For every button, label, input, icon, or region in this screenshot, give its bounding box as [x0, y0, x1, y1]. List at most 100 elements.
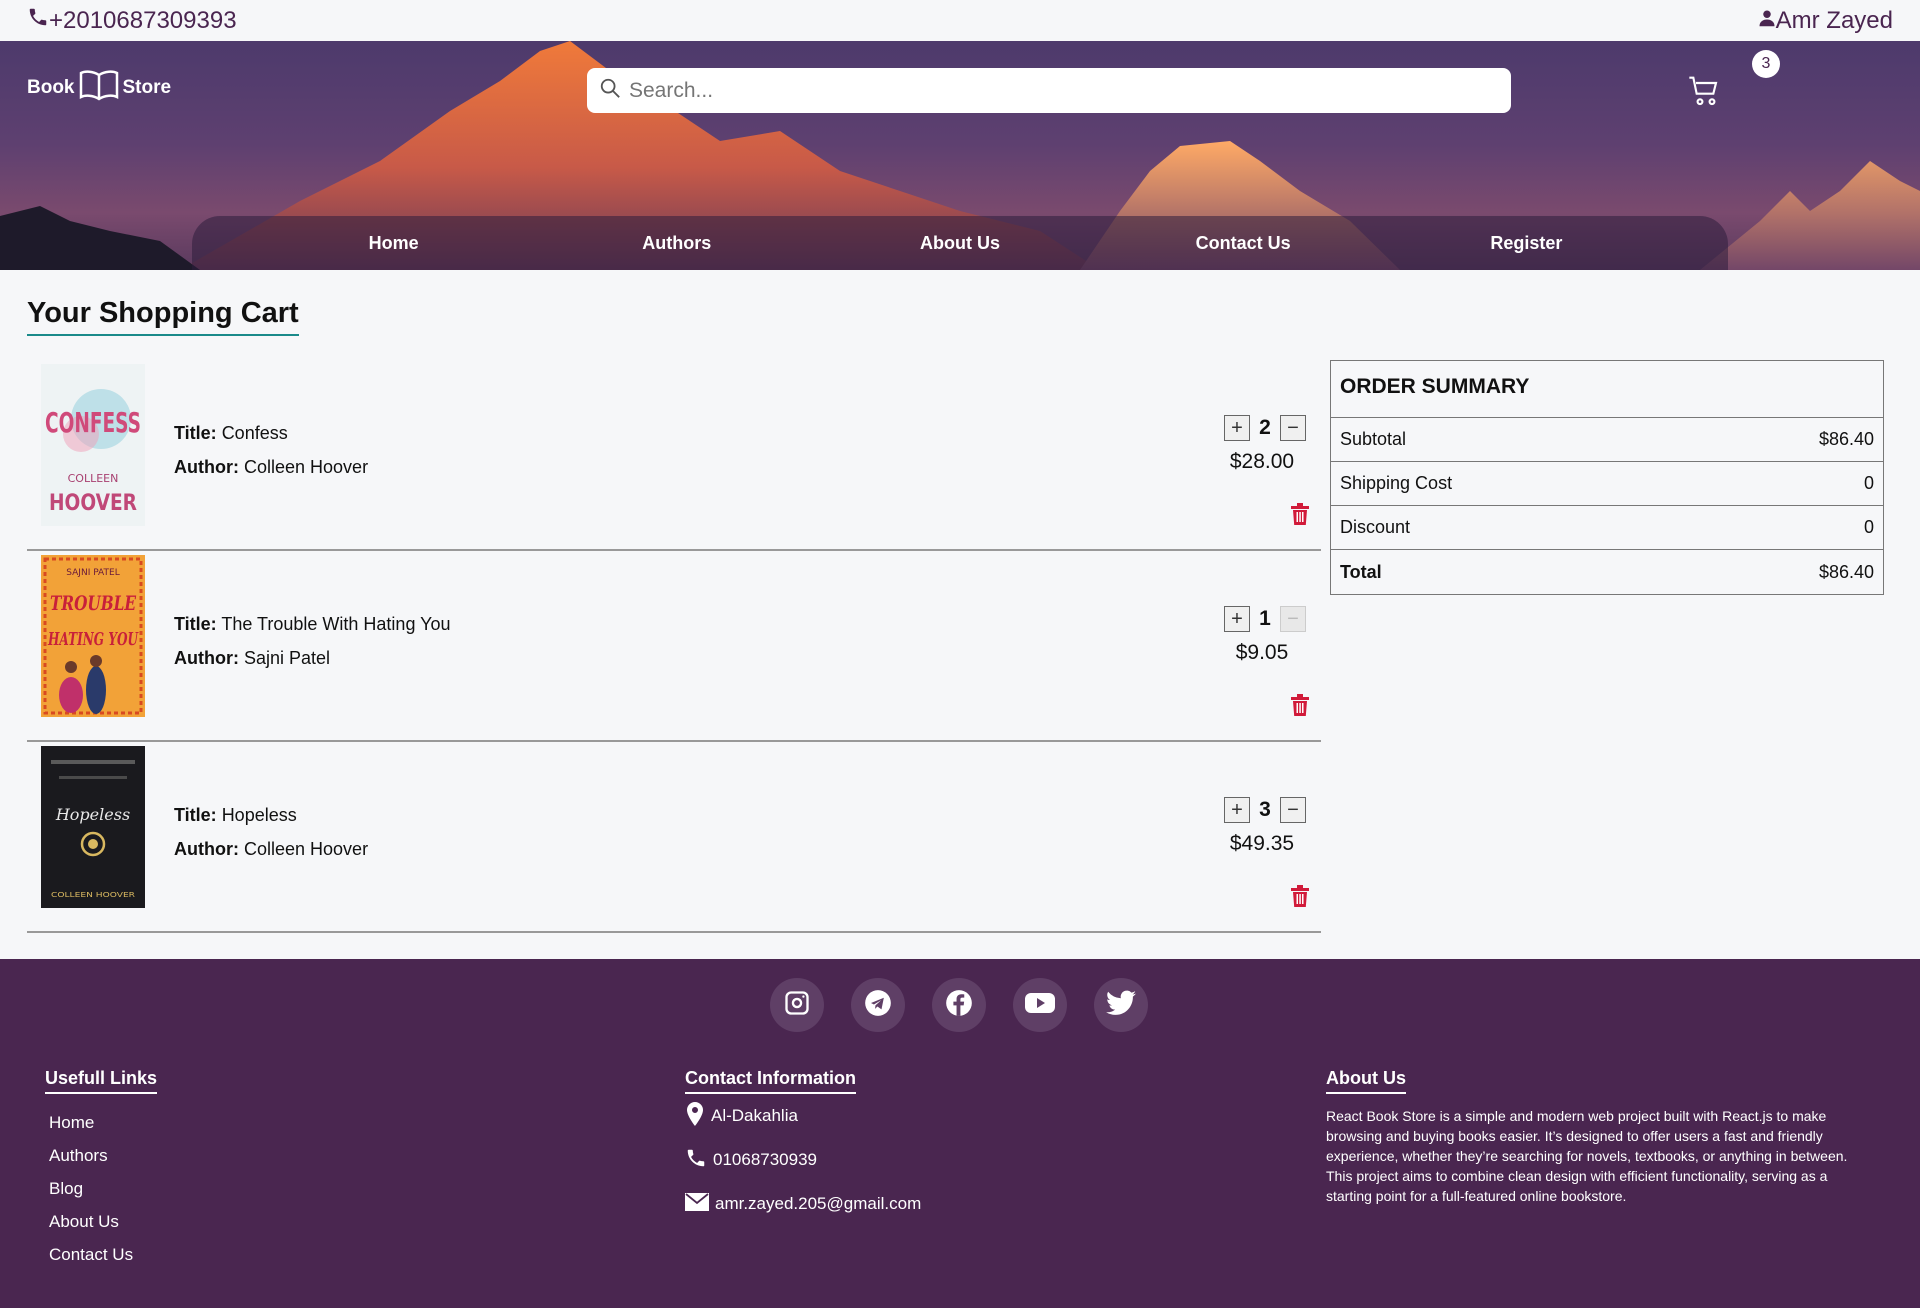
svg-text:TROUBLE: TROUBLE	[50, 591, 137, 615]
minus-icon: −	[1287, 608, 1299, 630]
search-input[interactable]	[629, 78, 1489, 103]
telegram-link[interactable]	[851, 978, 905, 1032]
plus-icon: +	[1231, 608, 1243, 630]
summary-label: Discount	[1340, 517, 1411, 537]
nav-authors[interactable]: Authors	[577, 233, 777, 254]
order-summary: ORDER SUMMARY Subtotal $86.40 Shipping C…	[1330, 360, 1884, 595]
svg-text:COLLEEN: COLLEEN	[68, 472, 119, 485]
phone-icon	[27, 6, 49, 35]
summary-value: 0	[1863, 517, 1874, 537]
title-label: Title:	[174, 423, 217, 443]
item-price: $28.00	[1229, 450, 1295, 473]
decrease-quantity-button[interactable]: −	[1280, 606, 1306, 632]
item-quantity: 1	[1259, 607, 1271, 630]
item-title: Confess	[221, 423, 288, 443]
summary-label: Total	[1340, 561, 1382, 582]
about-us-text: React Book Store is a simple and modern …	[1326, 1108, 1848, 1204]
summary-value: 0	[1863, 473, 1874, 493]
nav-register[interactable]: Register	[1426, 233, 1626, 254]
book-cover-image: CONFESS COLLEEN HOOVER	[41, 364, 145, 526]
nav-about-us[interactable]: About Us	[860, 233, 1060, 254]
instagram-link[interactable]	[770, 978, 824, 1032]
main-nav: Home Authors About Us Contact Us Registe…	[192, 216, 1728, 270]
quantity-stepper: + 3 −	[1224, 797, 1306, 823]
item-price: $9.05	[1235, 641, 1289, 664]
trash-icon	[1291, 694, 1309, 720]
remove-item-button[interactable]	[1291, 503, 1309, 530]
increase-quantity-button[interactable]: +	[1224, 797, 1250, 823]
header-banner: Book Store 3 Home Authors About Us Conta…	[0, 41, 1920, 270]
summary-shipping-row: Shipping Cost 0	[1331, 462, 1883, 506]
svg-text:CONFESS: CONFESS	[45, 406, 141, 439]
author-label: Author:	[174, 457, 239, 477]
remove-item-button[interactable]	[1291, 885, 1309, 912]
cart-button[interactable]	[1688, 75, 1720, 112]
item-quantity: 3	[1259, 798, 1271, 821]
about-us-heading: About Us	[1326, 1068, 1406, 1094]
author-label: Author:	[174, 648, 239, 668]
item-author: Sajni Patel	[244, 648, 331, 668]
svg-text:COLLEEN HOOVER: COLLEEN HOOVER	[51, 891, 135, 899]
contact-phone: 01068730939	[685, 1138, 921, 1182]
summary-value: $86.40	[1818, 429, 1874, 449]
search-icon	[599, 77, 621, 104]
minus-icon: −	[1287, 799, 1299, 821]
item-author: Colleen Hoover	[244, 839, 369, 859]
about-us-column: About Us React Book Store is a simple an…	[1326, 1068, 1872, 1206]
contact-location: Al-Dakahlia	[685, 1094, 921, 1138]
youtube-icon	[1025, 991, 1055, 1020]
nav-home[interactable]: Home	[294, 233, 494, 254]
footer-link-about-us[interactable]: About Us	[49, 1205, 157, 1238]
summary-total-row: Total $86.40	[1331, 550, 1883, 594]
email-text[interactable]: amr.zayed.205@gmail.com	[715, 1194, 921, 1214]
remove-item-button[interactable]	[1291, 694, 1309, 721]
site-logo[interactable]: Book Store	[27, 69, 171, 107]
facebook-link[interactable]	[932, 978, 986, 1032]
book-cover-image: Hopeless COLLEEN HOOVER	[41, 746, 145, 908]
item-details: Title: Hopeless Author: Colleen Hoover	[174, 798, 368, 866]
search-bar	[587, 68, 1511, 113]
open-book-icon	[79, 69, 119, 107]
twitter-link[interactable]	[1094, 978, 1148, 1032]
summary-discount-row: Discount 0	[1331, 506, 1883, 550]
item-author-line: Author: Colleen Hoover	[174, 450, 368, 484]
increase-quantity-button[interactable]: +	[1224, 415, 1250, 441]
contact-email: amr.zayed.205@gmail.com	[685, 1182, 921, 1226]
facebook-icon	[945, 989, 973, 1022]
top-phone-number: +2010687309393	[49, 6, 237, 34]
twitter-icon	[1106, 990, 1136, 1021]
cart-item: Hopeless COLLEEN HOOVER Title: Hopeless …	[27, 742, 1321, 933]
item-title-line: Title: The Trouble With Hating You	[174, 607, 451, 641]
youtube-link[interactable]	[1013, 978, 1067, 1032]
summary-subtotal-row: Subtotal $86.40	[1331, 418, 1883, 462]
phone-text: 01068730939	[713, 1150, 818, 1169]
svg-text:HOOVER: HOOVER	[49, 491, 137, 516]
plus-icon: +	[1231, 799, 1243, 821]
title-label: Title:	[174, 614, 217, 634]
quantity-stepper: + 2 −	[1224, 415, 1306, 441]
footer-link-authors[interactable]: Authors	[49, 1139, 157, 1172]
decrease-quantity-button[interactable]: −	[1280, 797, 1306, 823]
footer-link-blog[interactable]: Blog	[49, 1172, 157, 1205]
decrease-quantity-button[interactable]: −	[1280, 415, 1306, 441]
footer-link-home[interactable]: Home	[49, 1106, 157, 1139]
shopping-cart-icon	[1688, 76, 1720, 111]
site-footer: Usefull Links Home Authors Blog About Us…	[0, 959, 1920, 1308]
user-account[interactable]: Amr Zayed	[1758, 7, 1893, 35]
trash-icon	[1291, 885, 1309, 911]
item-quantity: 2	[1259, 416, 1271, 439]
trash-icon	[1291, 503, 1309, 529]
nav-contact-us[interactable]: Contact Us	[1143, 233, 1343, 254]
increase-quantity-button[interactable]: +	[1224, 606, 1250, 632]
instagram-icon	[783, 989, 811, 1022]
summary-value: $86.40	[1818, 561, 1874, 582]
cart-item: CONFESS COLLEEN HOOVER Title: Confess Au…	[27, 360, 1321, 551]
footer-link-contact-us[interactable]: Contact Us	[49, 1238, 157, 1271]
summary-label: Shipping Cost	[1340, 473, 1453, 493]
summary-label: Subtotal	[1340, 429, 1407, 449]
logo-text-book: Book	[27, 77, 75, 98]
contact-info-heading: Contact Information	[685, 1068, 856, 1094]
cart-item: SAJNI PATEL TROUBLE HATING YOU Title: Th…	[27, 551, 1321, 742]
cart-items-list: CONFESS COLLEEN HOOVER Title: Confess Au…	[27, 360, 1321, 933]
telegram-icon	[864, 989, 892, 1022]
